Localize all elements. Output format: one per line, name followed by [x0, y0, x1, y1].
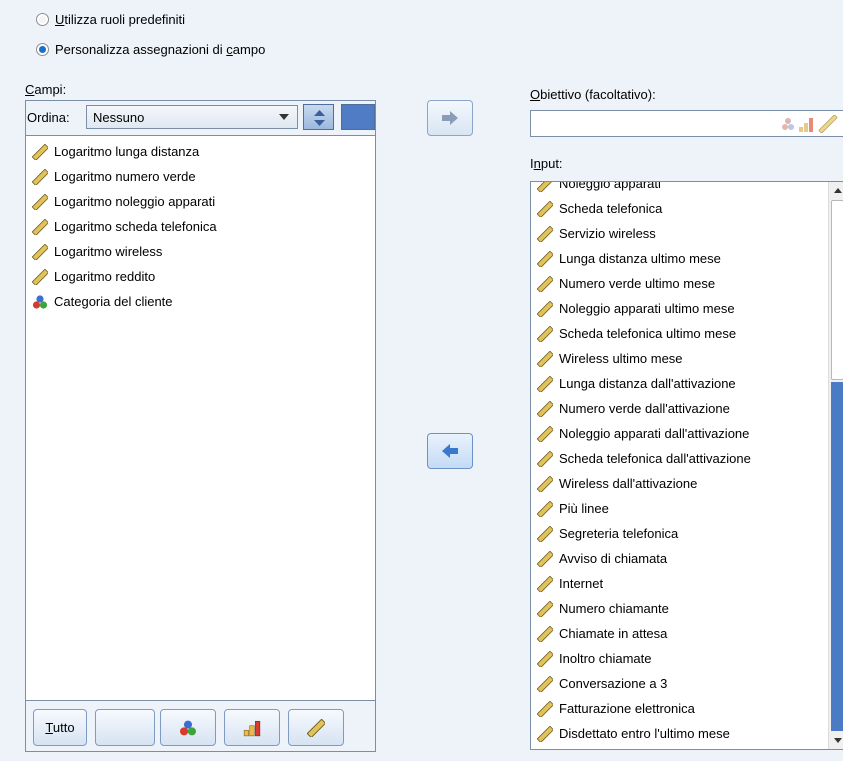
ruler-icon	[537, 600, 553, 617]
filter-scale-button[interactable]	[288, 709, 344, 746]
ruler-icon	[537, 675, 553, 692]
list-item[interactable]: Numero verde ultimo mese	[531, 271, 828, 296]
ruler-icon	[537, 525, 553, 542]
ruler-icon	[32, 168, 48, 185]
ruler-icon	[32, 218, 48, 235]
sort-dropdown[interactable]: Nessuno	[86, 105, 298, 129]
ruler-icon	[32, 143, 48, 160]
chevron-up-icon	[833, 188, 842, 193]
move-to-target-button[interactable]	[427, 100, 473, 136]
list-item[interactable]: Avviso di chiamata	[531, 546, 828, 571]
list-item[interactable]: Wireless dall'attivazione	[531, 471, 828, 496]
sort-arrows-icon	[314, 110, 325, 126]
ruler-icon	[537, 625, 553, 642]
ordinal-bar-icon	[243, 720, 261, 736]
fields-label: Campi:	[25, 82, 67, 97]
scroll-up-button[interactable]	[829, 182, 843, 199]
ruler-icon	[537, 425, 553, 442]
filter-nominal-button[interactable]	[160, 709, 216, 746]
ruler-icon	[537, 400, 553, 417]
radio-indicator[interactable]	[36, 13, 49, 26]
sort-label: Ordina:	[27, 110, 70, 125]
list-item[interactable]: Noleggio apparati ultimo mese	[531, 296, 828, 321]
ruler-icon	[537, 300, 553, 317]
arrow-right-icon	[442, 111, 458, 125]
ruler-icon	[537, 650, 553, 667]
list-item[interactable]: Logaritmo wireless	[26, 239, 375, 264]
sort-toggle-button[interactable]	[341, 104, 375, 130]
list-item[interactable]: Wireless ultimo mese	[531, 346, 828, 371]
list-item[interactable]: Chiamate in attesa	[531, 621, 828, 646]
list-item[interactable]: Logaritmo scheda telefonica	[26, 214, 375, 239]
list-item[interactable]: Scheda telefonica	[531, 196, 828, 221]
vertical-scrollbar[interactable]	[828, 182, 843, 749]
list-item[interactable]: Servizio wireless	[531, 221, 828, 246]
scroll-thumb[interactable]	[831, 200, 843, 380]
ruler-icon	[32, 243, 48, 260]
ruler-icon	[537, 725, 553, 742]
nominal-icon	[180, 720, 196, 735]
ruler-icon	[537, 550, 553, 567]
predefined-roles-radio[interactable]: Utilizza ruoli predefiniti	[36, 12, 185, 27]
ruler-icon	[537, 250, 553, 267]
chevron-down-icon	[279, 114, 289, 120]
move-to-fields-button[interactable]	[427, 433, 473, 469]
ruler-icon	[537, 350, 553, 367]
filter-all-button[interactable]: Tutto	[33, 709, 87, 746]
custom-field-assignments-radio[interactable]: Personalizza assegnazioni di campo	[36, 42, 265, 57]
list-item[interactable]: Più linee	[531, 496, 828, 521]
list-item[interactable]: Logaritmo numero verde	[26, 164, 375, 189]
ruler-icon	[32, 193, 48, 210]
arrow-left-icon	[442, 444, 458, 458]
list-item[interactable]: Conversazione a 3	[531, 671, 828, 696]
list-item[interactable]: Logaritmo lunga distanza	[26, 139, 375, 164]
list-item[interactable]: Segreteria telefonica	[531, 521, 828, 546]
list-item[interactable]: Logaritmo reddito	[26, 264, 375, 289]
ruler-icon	[537, 575, 553, 592]
list-item[interactable]: Categoria del cliente	[26, 289, 375, 314]
list-item[interactable]: Fatturazione elettronica	[531, 696, 828, 721]
list-item[interactable]: Numero chiamante	[531, 596, 828, 621]
target-field[interactable]	[530, 110, 843, 137]
list-item[interactable]: Scheda telefonica ultimo mese	[531, 321, 828, 346]
ruler-icon	[537, 500, 553, 517]
list-item[interactable]: Noleggio apparati dall'attivazione	[531, 421, 828, 446]
scroll-track[interactable]	[831, 382, 843, 731]
input-list-items: Noleggio apparati Scheda telefonica Serviz…	[531, 182, 828, 746]
list-item[interactable]: Disdettato entro l'ultimo mese	[531, 721, 828, 746]
ruler-icon	[537, 375, 553, 392]
input-list[interactable]: Noleggio apparati Scheda telefonica Serviz…	[530, 181, 843, 750]
sort-order-button[interactable]	[303, 104, 334, 130]
list-item[interactable]: Noleggio apparati	[531, 182, 828, 196]
list-item[interactable]: Lunga distanza ultimo mese	[531, 246, 828, 271]
list-item[interactable]: Inoltro chiamate	[531, 646, 828, 671]
target-label: Obiettivo (facoltativo):	[530, 87, 656, 102]
list-item[interactable]: Numero verde dall'attivazione	[531, 396, 828, 421]
ruler-icon	[32, 268, 48, 285]
ruler-icon	[537, 275, 553, 292]
input-label: Input:	[530, 156, 563, 171]
list-item[interactable]: Internet	[531, 571, 828, 596]
fields-list-items: Logaritmo lunga distanza Logaritmo numer…	[26, 136, 375, 314]
ruler-icon	[537, 225, 553, 242]
ruler-icon	[537, 475, 553, 492]
filter-blank-button[interactable]	[95, 709, 155, 746]
ruler-icon	[307, 718, 325, 737]
filter-ordinal-button[interactable]	[224, 709, 280, 746]
list-item[interactable]: Lunga distanza dall'attivazione	[531, 371, 828, 396]
radio-indicator[interactable]	[36, 43, 49, 56]
fields-list[interactable]: Logaritmo lunga distanza Logaritmo numer…	[25, 135, 376, 701]
nominal-icon	[32, 294, 48, 309]
ruler-icon	[537, 325, 553, 342]
measurement-level-icons	[782, 115, 838, 133]
scroll-down-button[interactable]	[829, 732, 843, 749]
ruler-icon	[537, 700, 553, 717]
chevron-down-icon	[833, 738, 842, 743]
ruler-icon	[537, 200, 553, 217]
ruler-icon	[537, 450, 553, 467]
list-item[interactable]: Scheda telefonica dall'attivazione	[531, 446, 828, 471]
ruler-icon	[537, 182, 553, 192]
list-item[interactable]: Logaritmo noleggio apparati	[26, 189, 375, 214]
